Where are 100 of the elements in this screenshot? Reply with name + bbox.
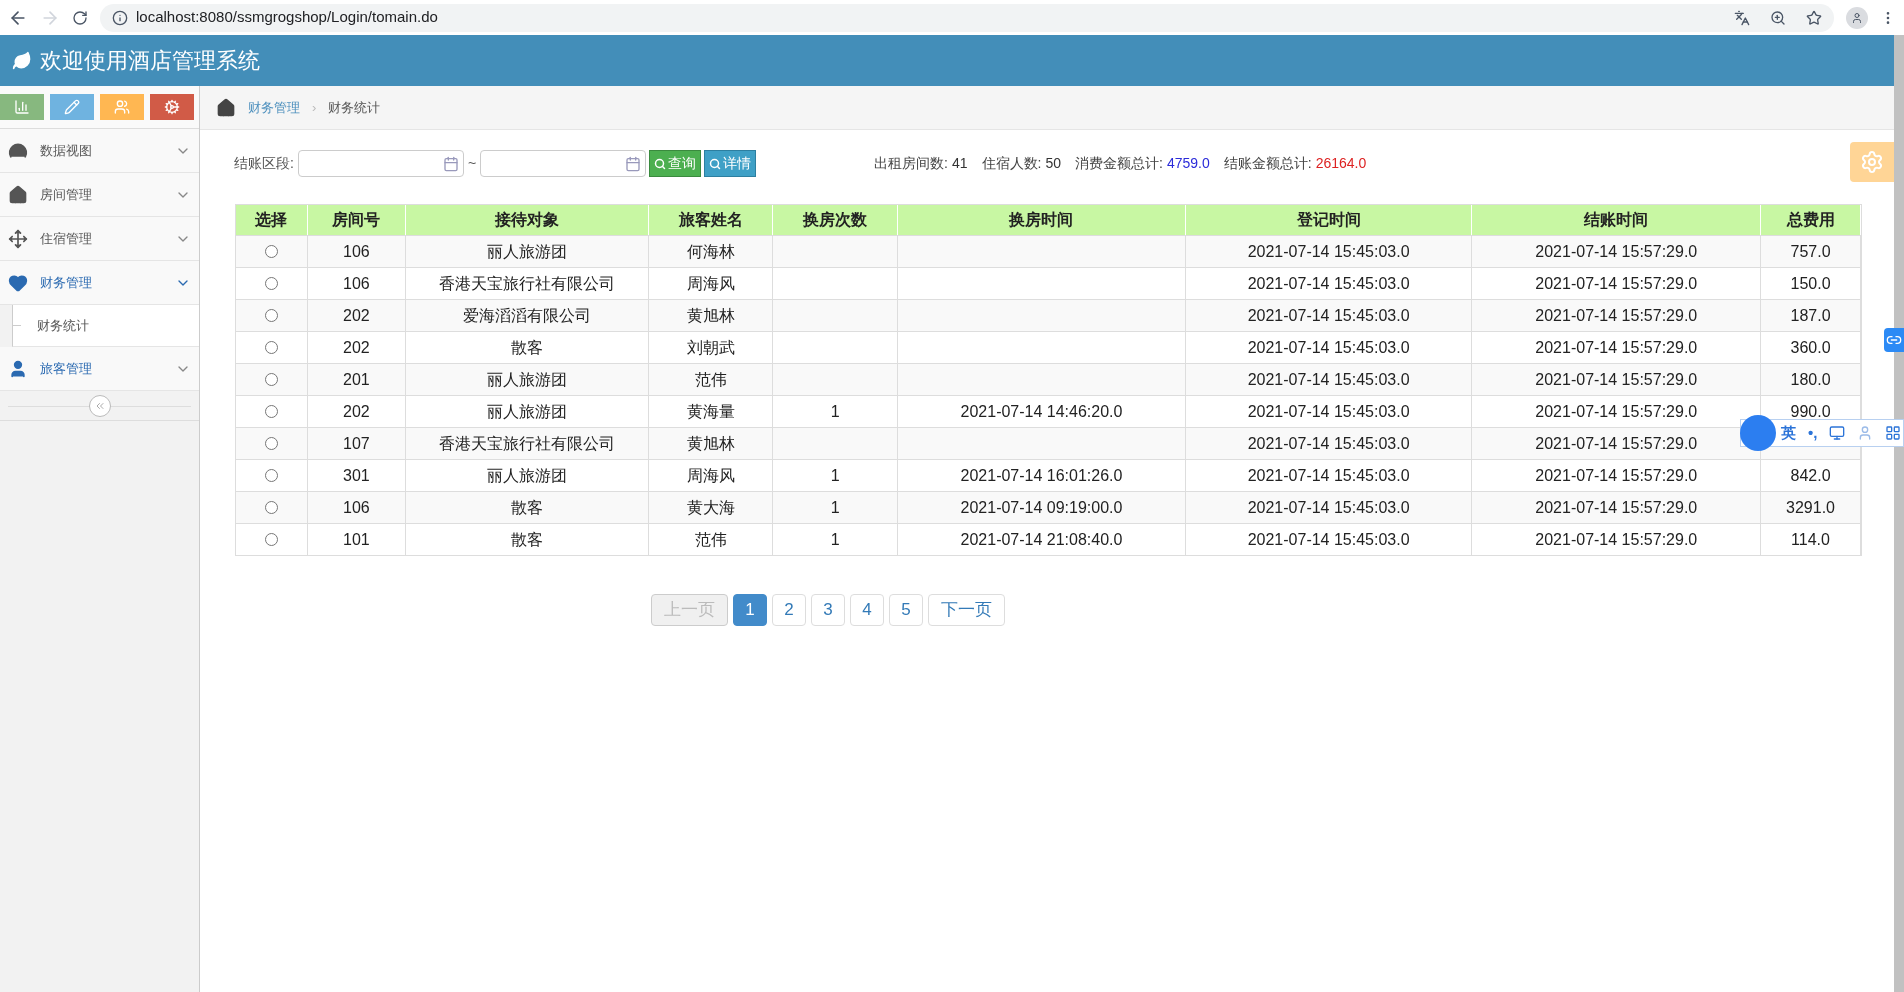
submenu-item[interactable]: 财务统计 — [37, 315, 89, 336]
page-button[interactable]: 5 — [889, 594, 923, 626]
table-cell-text: 180.0 — [1790, 369, 1831, 390]
table-cell-text: 106 — [343, 273, 370, 294]
calendar-icon[interactable] — [442, 155, 459, 172]
row-radio[interactable] — [264, 277, 278, 290]
users-icon — [114, 99, 130, 115]
table-cell-text: 1 — [830, 497, 840, 518]
table-cell-text: 1 — [830, 401, 840, 422]
zoom-icon[interactable] — [1770, 9, 1786, 26]
grid-icon[interactable] — [1885, 425, 1902, 441]
row-radio[interactable] — [264, 437, 278, 450]
row-radio[interactable] — [264, 309, 278, 322]
stat-label: 住宿人数: — [981, 154, 1042, 173]
sidebar-item[interactable]: 数据视图 — [0, 129, 199, 173]
date-field[interactable] — [297, 150, 464, 177]
stat-label: 出租房间数: — [874, 154, 948, 173]
page-button[interactable]: 3 — [811, 594, 845, 626]
table-cell-text: 2021-07-14 15:57:29.0 — [1535, 369, 1698, 390]
home-icon — [8, 184, 28, 205]
table-cell-text: 2021-07-14 15:57:29.0 — [1535, 337, 1698, 358]
shortcut-button[interactable] — [150, 94, 194, 120]
stat-value: 4759.0 — [1166, 154, 1210, 173]
page-button[interactable]: 4 — [850, 594, 884, 626]
sidebar-label: 旅客管理 — [40, 359, 93, 378]
table-cell-text: 范伟 — [694, 369, 727, 390]
table-cell-text: 106 — [343, 241, 370, 262]
bookmark-star-icon[interactable] — [1806, 9, 1822, 26]
translate-icon[interactable] — [1734, 9, 1750, 26]
row-radio[interactable] — [264, 533, 278, 546]
search-button[interactable]: 查询 — [649, 150, 702, 177]
table-cell-text: 散客 — [511, 337, 544, 358]
bar-chart-icon — [14, 99, 30, 115]
table-cell-text: 187.0 — [1790, 305, 1831, 326]
row-radio[interactable] — [264, 373, 278, 386]
breadcrumb-link[interactable]: 财务管理 — [248, 97, 300, 118]
page-button[interactable]: 2 — [772, 594, 806, 626]
table-cell-text: 2021-07-14 15:45:03.0 — [1247, 369, 1410, 390]
sidebar-item[interactable]: 财务管理 — [0, 261, 199, 305]
table-cell-text: 2021-07-14 15:57:29.0 — [1535, 273, 1698, 294]
monitor-icon[interactable] — [1829, 425, 1846, 441]
ime-mode[interactable]: 英 — [1781, 421, 1796, 445]
row-radio[interactable] — [264, 501, 278, 514]
calendar-icon[interactable] — [625, 155, 642, 172]
url-text: localhost:8080/ssmgrogshop/Login/tomain.do — [136, 7, 438, 28]
table-cell-text: 107 — [343, 433, 370, 454]
table-cell-text: 2021-07-14 15:45:03.0 — [1247, 529, 1410, 550]
table-cell-text: 2021-07-14 21:08:40.0 — [960, 529, 1123, 550]
sidebar-label: 住宿管理 — [40, 229, 93, 248]
reload-icon[interactable] — [72, 9, 88, 26]
table-cell-text: 散客 — [511, 529, 544, 550]
shortcut-button[interactable] — [50, 94, 94, 120]
detail-button[interactable]: 详情 — [704, 150, 757, 177]
table-cell-text: 黄海量 — [686, 401, 735, 422]
table-cell-text: 150.0 — [1790, 273, 1831, 294]
table-cell-text: 101 — [343, 529, 370, 550]
table-cell-text: 202 — [343, 337, 370, 358]
table-cell-text: 何海林 — [686, 241, 735, 262]
link-tab[interactable] — [1884, 328, 1904, 352]
address-bar[interactable]: localhost:8080/ssmgrogshop/Login/tomain.do — [100, 3, 1834, 32]
profile-avatar[interactable] — [1846, 6, 1868, 29]
table-cell-text: 丽人旅游团 — [487, 401, 568, 422]
table-cell-text: 2021-07-14 15:45:03.0 — [1247, 241, 1410, 262]
table-cell-text: 2021-07-14 15:45:03.0 — [1247, 305, 1410, 326]
table-cell-text: 2021-07-14 15:57:29.0 — [1535, 401, 1698, 422]
page-button[interactable]: 1 — [733, 594, 767, 626]
table-cell-text: 114.0 — [1791, 529, 1830, 550]
sidebar-item[interactable]: 旅客管理 — [0, 347, 199, 391]
table-cell-text: 2021-07-14 14:46:20.0 — [960, 401, 1123, 422]
next-page-button[interactable]: 下一页 — [928, 594, 1005, 626]
table-cell-text: 2021-07-14 15:45:03.0 — [1247, 401, 1410, 422]
table-cell-text: 2021-07-14 15:57:29.0 — [1535, 241, 1698, 262]
row-radio[interactable] — [264, 245, 278, 258]
stat-value: 41 — [951, 154, 968, 173]
sidebar-label: 数据视图 — [40, 141, 93, 160]
stat-label: 结账金额总计: — [1223, 154, 1312, 173]
info-icon[interactable] — [112, 9, 128, 26]
table-cell-text: 2021-07-14 15:45:03.0 — [1247, 433, 1410, 454]
pencil-icon — [64, 99, 80, 115]
table-cell-text: 842.0 — [1790, 465, 1831, 486]
table-cell-text: 202 — [343, 401, 370, 422]
table-cell-text: 丽人旅游团 — [487, 369, 568, 390]
filter-label: 结账区段: — [234, 154, 294, 173]
sidebar-label: 房间管理 — [40, 185, 93, 204]
date-field[interactable] — [480, 150, 647, 177]
row-radio[interactable] — [264, 469, 278, 482]
table-cell-text: 刘朝武 — [686, 337, 735, 358]
row-radio[interactable] — [264, 341, 278, 354]
row-radio[interactable] — [264, 405, 278, 418]
ime-mode[interactable]: •, — [1808, 421, 1818, 445]
sidebar-item[interactable]: 房间管理 — [0, 173, 199, 217]
table-cell-text: 106 — [343, 497, 370, 518]
gears-icon — [164, 99, 180, 115]
home-icon[interactable] — [216, 97, 236, 118]
table-cell-text: 201 — [343, 369, 370, 390]
table-cell-text: 202 — [343, 305, 370, 326]
sidebar-item[interactable]: 住宿管理 — [0, 217, 199, 261]
table-cell-text: 1 — [830, 465, 840, 486]
table-cell-text: 757.0 — [1790, 241, 1831, 262]
search-icon — [654, 157, 667, 170]
